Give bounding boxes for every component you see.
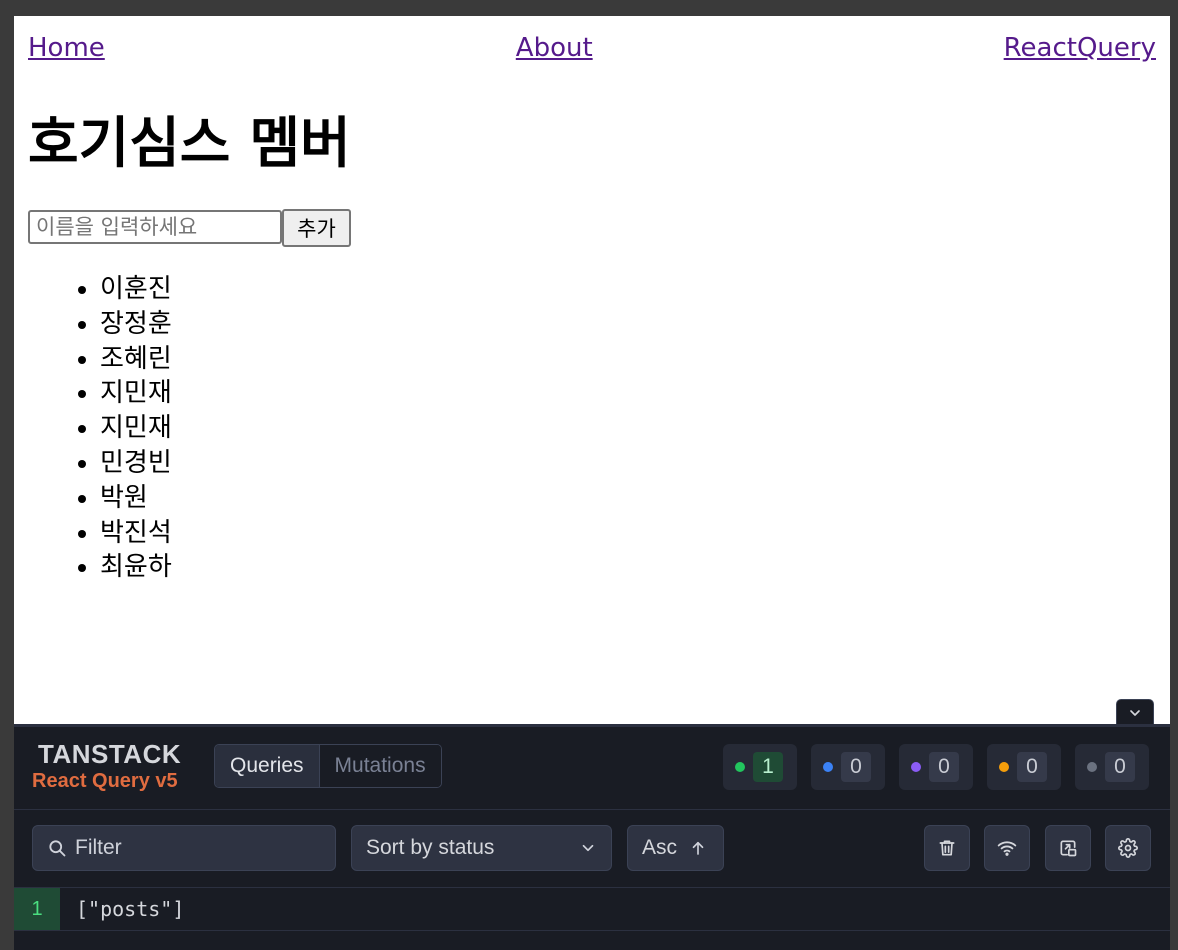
pip-mode-button[interactable] (1045, 825, 1091, 871)
member-item: 지민재 (100, 376, 172, 411)
devtools-close-toggle[interactable] (1116, 699, 1154, 725)
member-item: 최윤하 (100, 550, 172, 585)
query-observer-count: 1 (14, 888, 60, 930)
count-value: 0 (841, 752, 871, 782)
gear-icon (1118, 838, 1138, 858)
status-count-stale[interactable]: 0 (987, 744, 1061, 790)
settings-button[interactable] (1105, 825, 1151, 871)
wifi-icon (997, 841, 1017, 856)
chevron-down-icon (582, 844, 594, 852)
stale-dot-icon (999, 762, 1009, 772)
status-counts: 1 0 0 0 0 (723, 744, 1149, 790)
count-value: 0 (929, 752, 959, 782)
app-viewport: Home About ReactQuery 호기심스 멤버 추가 이훈진 장정훈… (14, 16, 1170, 950)
member-item: 박진석 (100, 516, 172, 551)
count-value: 1 (753, 752, 783, 782)
sort-select[interactable]: Sort by status (351, 825, 612, 871)
nav-link-about[interactable]: About (516, 33, 593, 63)
arrow-up-icon (692, 841, 704, 855)
tab-queries[interactable]: Queries (215, 745, 320, 787)
devtools-toolbar: Filter Sort by status Asc (32, 825, 1152, 871)
member-list: 이훈진 장정훈 조혜린 지민재 지민재 민경빈 박원 박진석 최윤하 (54, 272, 172, 585)
inactive-dot-icon (1087, 762, 1097, 772)
devtools-tabs: Queries Mutations (214, 744, 442, 788)
search-icon (49, 840, 66, 857)
filter-input[interactable]: Filter (32, 825, 336, 871)
status-count-fetching[interactable]: 0 (811, 744, 885, 790)
member-item: 조혜린 (100, 342, 172, 377)
tab-mutations[interactable]: Mutations (319, 745, 441, 787)
picture-in-picture-icon (1060, 840, 1077, 857)
name-input[interactable] (28, 210, 282, 244)
query-row[interactable]: 1 ["posts"] (14, 887, 1170, 931)
devtools-logo[interactable]: TANSTACK React Query v5 (32, 739, 181, 793)
page-title: 호기심스 멤버 (28, 111, 351, 175)
member-item: 장정훈 (100, 307, 172, 342)
sort-order-label: Asc (642, 836, 678, 859)
status-count-paused[interactable]: 0 (899, 744, 973, 790)
status-count-inactive[interactable]: 0 (1075, 744, 1149, 790)
trash-icon (939, 840, 955, 856)
nav-link-reactquery[interactable]: ReactQuery (1004, 33, 1156, 63)
count-value: 0 (1017, 752, 1047, 782)
devtools-divider (14, 809, 1170, 810)
member-item: 박원 (100, 481, 172, 516)
add-member-form: 추가 (28, 209, 351, 247)
brand-tanstack: TANSTACK (38, 739, 182, 769)
paused-dot-icon (911, 762, 921, 772)
member-item: 이훈진 (100, 272, 172, 307)
filter-placeholder: Filter (75, 836, 122, 859)
react-query-devtools: TANSTACK React Query v5 Queries Mutation… (14, 724, 1170, 950)
sort-label: Sort by status (366, 836, 495, 859)
top-nav: Home About ReactQuery (28, 28, 1156, 68)
member-item: 민경빈 (100, 446, 172, 481)
nav-link-home[interactable]: Home (28, 33, 105, 63)
fresh-dot-icon (735, 762, 745, 772)
member-item: 지민재 (100, 411, 172, 446)
offline-mode-button[interactable] (984, 825, 1030, 871)
status-count-fresh[interactable]: 1 (723, 744, 797, 790)
brand-react-query: React Query v5 (32, 770, 178, 792)
chevron-down-icon (1130, 709, 1140, 716)
clear-cache-button[interactable] (924, 825, 970, 871)
add-button[interactable]: 추가 (282, 209, 351, 247)
query-key: ["posts"] (76, 897, 185, 921)
count-value: 0 (1105, 752, 1135, 782)
fetching-dot-icon (823, 762, 833, 772)
sort-order-button[interactable]: Asc (627, 825, 724, 871)
